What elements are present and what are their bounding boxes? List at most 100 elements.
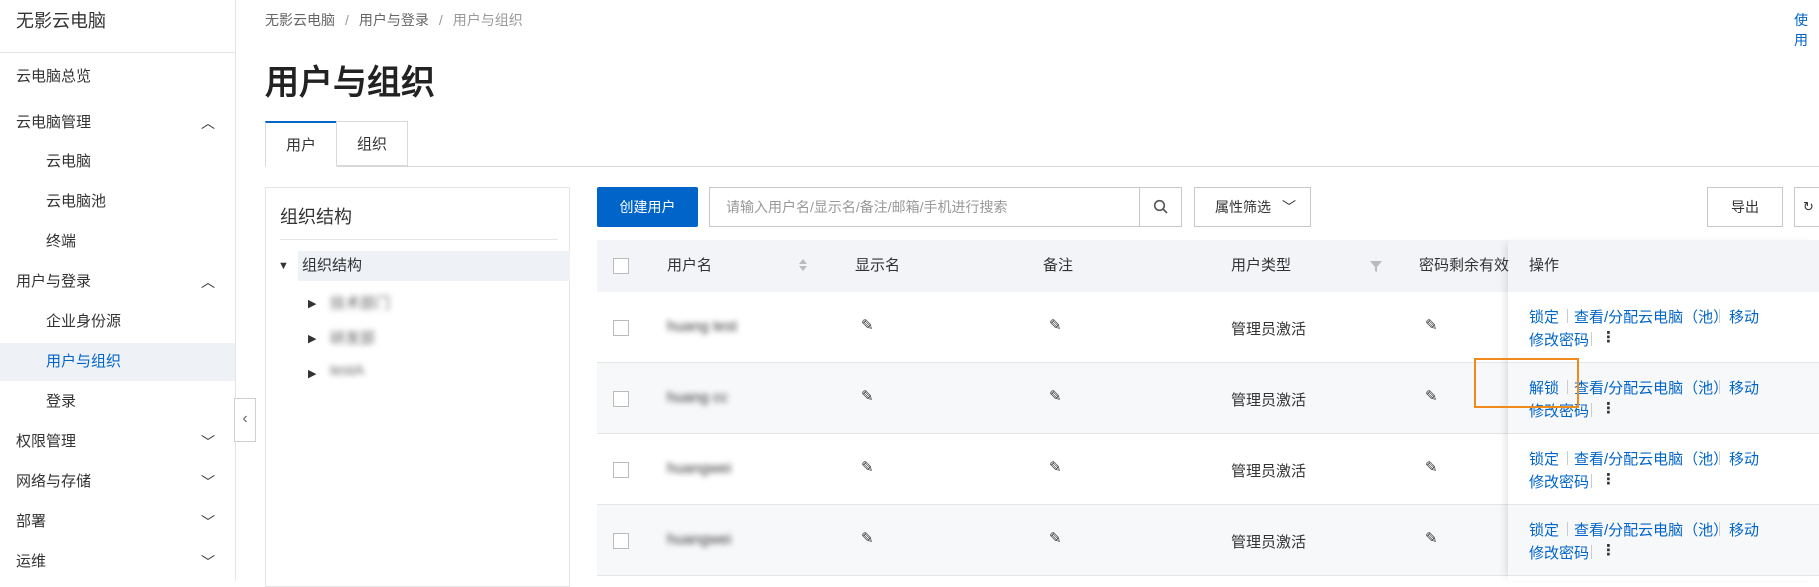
move-link[interactable]: 移动 [1729,377,1759,398]
tab-users[interactable]: 用户 [265,121,337,167]
select-all-checkbox[interactable] [613,258,629,274]
lock-link[interactable]: 锁定 [1529,448,1559,469]
sidebar-item-users-orgs[interactable]: 用户与组织 [0,343,235,381]
move-link[interactable]: 移动 [1729,448,1759,469]
username-cell: huang test [667,318,738,335]
edit-icon[interactable]: ✎ [861,316,874,334]
search-icon [1153,199,1168,214]
edit-icon[interactable]: ✎ [1049,458,1062,476]
sidebar-item-operations[interactable]: 运维 ﹀ [0,543,235,581]
edit-icon[interactable]: ✎ [1049,316,1062,334]
tree-root-node[interactable]: 组织结构 [298,251,570,281]
edit-icon[interactable]: ✎ [1425,387,1438,405]
export-button[interactable]: 导出 [1707,187,1783,227]
sidebar-item-label: 运维 [16,553,47,570]
view-assign-desktop-link[interactable]: 查看/分配云电脑（池） [1574,448,1728,469]
tree-node[interactable]: 技术部门 [330,292,390,313]
column-header-username[interactable]: 用户名 [667,240,712,292]
caret-right-icon[interactable]: ▶ [308,332,316,345]
refresh-icon: ↻ [1803,199,1814,214]
move-link[interactable]: 移动 [1729,519,1759,540]
top-right-link[interactable]: 使用 [1794,10,1819,50]
edit-icon[interactable]: ✎ [1425,458,1438,476]
divider [1591,474,1592,488]
sidebar-item-desktop-management[interactable]: 云电脑管理 ︿ [0,104,235,142]
sidebar-item-label: 用户与组织 [46,353,122,370]
sidebar-item-terminals[interactable]: 终端 [0,223,235,261]
column-header-note: 备注 [1043,257,1074,274]
row-checkbox[interactable] [613,533,629,549]
breadcrumb-separator: / [438,12,443,28]
view-assign-desktop-link[interactable]: 查看/分配云电脑（池） [1574,377,1728,398]
sidebar-item-overview[interactable]: 云电脑总览 [0,58,235,96]
attribute-filter-dropdown[interactable]: 属性筛选 ﹀ [1194,187,1311,227]
lock-link[interactable]: 锁定 [1529,306,1559,327]
caret-right-icon[interactable]: ▶ [308,367,316,380]
page-title: 用户与组织 [265,64,435,102]
create-user-button[interactable]: 创建用户 [597,187,698,227]
sidebar-item-users-login[interactable]: 用户与登录 ︿ [0,263,235,301]
tree-node[interactable]: testA [330,362,364,379]
edit-icon[interactable]: ✎ [1425,529,1438,547]
row-checkbox[interactable] [613,320,629,336]
divider [1591,332,1592,346]
tab-label: 组织 [356,136,387,153]
user-type-cell: 管理员激活 [1231,392,1307,409]
search-button[interactable] [1139,188,1181,226]
chevron-down-icon: ﹀ [201,554,215,570]
caret-right-icon[interactable]: ▶ [308,297,316,310]
sidebar-item-network-storage[interactable]: 网络与存储 ﹀ [0,463,235,501]
view-assign-desktop-link[interactable]: 查看/分配云电脑（池） [1574,306,1728,327]
highlight-annotation [1474,358,1579,408]
lock-link[interactable]: 锁定 [1529,519,1559,540]
sidebar-item-desktop-pools[interactable]: 云电脑池 [0,183,235,221]
sidebar-item-identity-source[interactable]: 企业身份源 [0,303,235,341]
divider [1719,522,1720,536]
caret-down-icon[interactable]: ▼ [278,260,289,272]
tab-orgs[interactable]: 组织 [336,121,408,166]
edit-icon[interactable]: ✎ [861,387,874,405]
more-actions-icon[interactable]: ⋮ [1601,470,1616,488]
tab-label: 用户 [285,137,316,154]
search-input[interactable] [711,189,1141,225]
sidebar-item-label: 终端 [46,233,77,250]
breadcrumb-item[interactable]: 用户与登录 [359,12,429,28]
change-password-link[interactable]: 修改密码 [1529,471,1589,492]
more-actions-icon[interactable]: ⋮ [1601,328,1616,346]
change-password-link[interactable]: 修改密码 [1529,329,1589,350]
filter-icon[interactable] [1369,259,1383,273]
tab-bar: 用户 组织 [265,121,1819,167]
refresh-button[interactable]: ↻ [1794,187,1819,227]
edit-icon[interactable]: ✎ [1049,529,1062,547]
tree-node[interactable]: 研发部 [330,327,375,348]
more-actions-icon[interactable]: ⋮ [1601,541,1616,559]
row-checkbox[interactable] [613,462,629,478]
more-actions-icon[interactable]: ⋮ [1601,399,1616,417]
sidebar-item-label: 云电脑总览 [16,68,92,85]
edit-icon[interactable]: ✎ [861,458,874,476]
row-checkbox[interactable] [613,391,629,407]
edit-icon[interactable]: ✎ [861,529,874,547]
breadcrumb-separator: / [345,12,349,28]
sidebar-item-login[interactable]: 登录 [0,383,235,421]
edit-icon[interactable]: ✎ [1425,316,1438,334]
change-password-link[interactable]: 修改密码 [1529,542,1589,563]
chevron-up-icon: ︿ [201,115,215,131]
move-link[interactable]: 移动 [1729,306,1759,327]
column-header-display-name: 显示名 [855,257,901,274]
tree-node-label: 组织结构 [302,257,363,274]
sidebar-item-desktops[interactable]: 云电脑 [0,143,235,181]
sidebar-item-label: 企业身份源 [46,313,122,330]
edit-icon[interactable]: ✎ [1049,387,1062,405]
sidebar-item-permissions[interactable]: 权限管理 ﹀ [0,423,235,461]
divider [1719,451,1720,465]
breadcrumb-item[interactable]: 无影云电脑 [265,12,335,28]
sort-icon[interactable] [798,257,808,273]
sidebar-item-label: 用户与登录 [16,273,92,290]
breadcrumb: 无影云电脑 / 用户与登录 / 用户与组织 [265,10,523,30]
view-assign-desktop-link[interactable]: 查看/分配云电脑（池） [1574,519,1728,540]
sidebar-collapse-button[interactable]: ‹ [234,398,256,442]
user-type-cell: 管理员激活 [1231,321,1307,338]
search-box [709,187,1182,227]
sidebar-item-deployment[interactable]: 部署 ﹀ [0,503,235,541]
